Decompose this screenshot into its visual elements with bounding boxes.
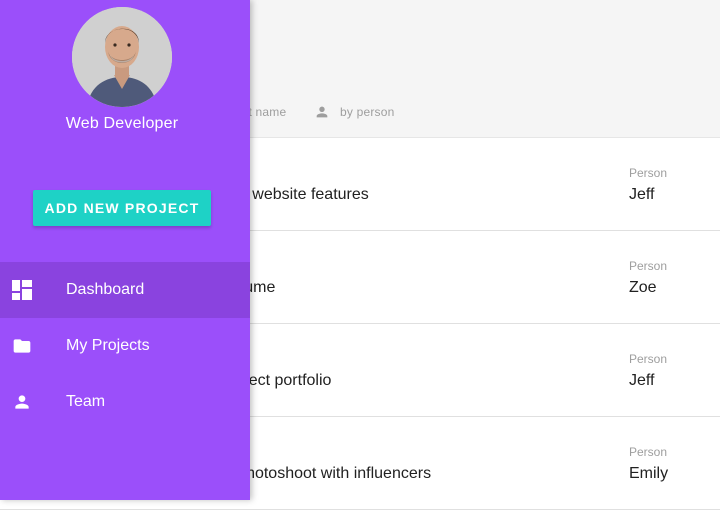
project-person-cell: Person Jeff	[629, 165, 667, 205]
person-header: Person	[629, 259, 668, 273]
nav-item-dashboard[interactable]: Dashboard	[0, 262, 250, 318]
project-person: Zoe	[629, 279, 657, 296]
project-person: Jeff	[629, 372, 655, 389]
person-header: Person	[629, 166, 668, 180]
nav-item-my-projects[interactable]: My Projects	[0, 318, 250, 374]
project-person-cell: Person Jeff	[629, 351, 667, 391]
folder-icon	[12, 336, 32, 356]
sort-by-person-button[interactable]: by person	[314, 100, 395, 124]
project-person-cell: Person Emily	[629, 444, 668, 484]
add-new-project-button[interactable]: ADD NEW PROJECT	[33, 190, 211, 226]
nav-item-label: Dashboard	[66, 281, 145, 298]
project-person-cell: Person Zoe	[629, 258, 667, 298]
nav-item-label: Team	[66, 393, 106, 410]
project-person: Emily	[629, 465, 669, 482]
sort-by-person-label: by person	[340, 105, 395, 119]
dashboard-icon	[12, 280, 32, 300]
user-role: Web Developer	[65, 115, 179, 132]
person-icon	[314, 104, 330, 120]
nav-item-team[interactable]: Team	[0, 374, 250, 430]
avatar	[72, 7, 172, 107]
person-header: Person	[629, 352, 668, 366]
project-person: Jeff	[629, 186, 655, 203]
person-icon	[12, 392, 32, 412]
nav-item-label: My Projects	[66, 337, 150, 354]
person-header: Person	[629, 445, 668, 459]
navigation-drawer: Web Developer ADD NEW PROJECT Dashboard …	[0, 0, 250, 500]
